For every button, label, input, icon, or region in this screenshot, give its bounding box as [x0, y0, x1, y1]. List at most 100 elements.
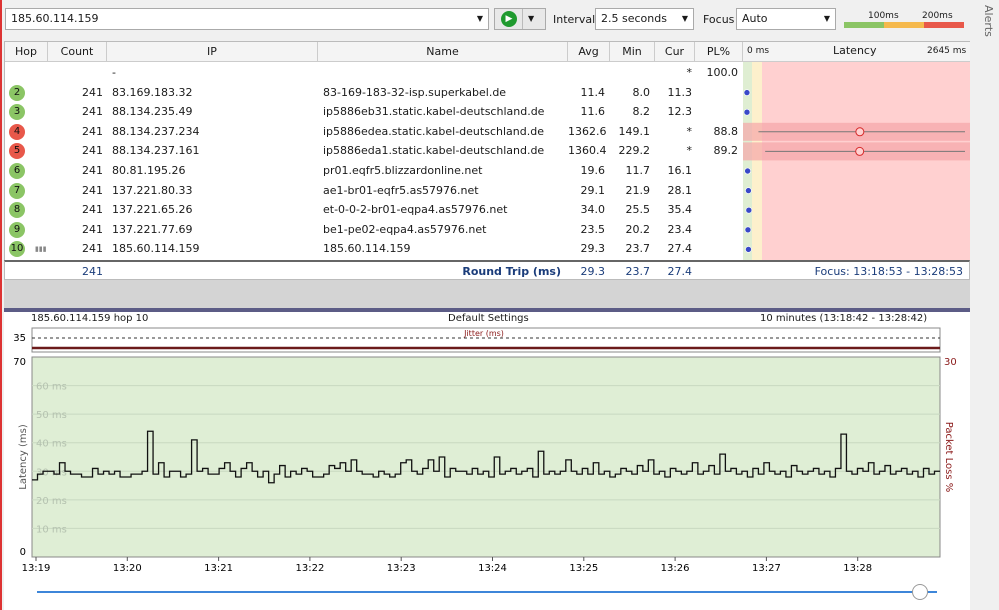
- hop-avg: 11.4: [580, 85, 606, 99]
- interval-label: Interval: [553, 13, 596, 26]
- hop-row[interactable]: 6 241 80.81.195.26 pr01.eqfr5.blizzardonlin…: [5, 161, 745, 181]
- hop-number-badge: 8: [9, 202, 25, 219]
- grid-label: 30 ms: [36, 467, 67, 478]
- x-tick-label: 13:26: [661, 563, 690, 574]
- hop-avg: 19.6: [580, 164, 606, 177]
- hop-cur: 11.3: [667, 85, 693, 99]
- hop-count: 241: [82, 222, 103, 236]
- start-trace-button[interactable]: ▶ ▼: [494, 8, 546, 30]
- hop-min: 20.2: [625, 222, 651, 236]
- hop-min: 8.2: [632, 105, 651, 119]
- summary-count: 241: [82, 265, 103, 278]
- chevron-down-icon: ▼: [823, 14, 830, 23]
- target-combo[interactable]: 185.60.114.159 ▼: [5, 8, 489, 30]
- hop-number-badge: 6: [9, 163, 25, 179]
- hop-cur: *: [686, 124, 693, 138]
- col-name[interactable]: Name: [318, 42, 568, 62]
- time-slider-track[interactable]: [37, 591, 937, 593]
- hop-ip: 185.60.114.159: [112, 242, 200, 256]
- hop-table: Hop Count IP Name Avg Min Cur PL% 0 ms L…: [4, 41, 970, 261]
- jitter-max-label: 35: [13, 333, 26, 344]
- chevron-down-icon[interactable]: ▼: [477, 9, 483, 29]
- hop-row[interactable]: 9 241 137.221.77.69 be1-pe02-eqpa4.as57976.…: [5, 220, 745, 240]
- y2-max-label: 30: [944, 357, 957, 368]
- y2-axis-label: Packet Loss %: [943, 422, 954, 493]
- hop-pl: 88.8: [713, 124, 739, 138]
- hop-marker: [745, 187, 752, 194]
- hop-count: 241: [82, 144, 103, 158]
- summary-label: Round Trip (ms): [462, 265, 561, 278]
- col-count[interactable]: Count: [48, 42, 107, 62]
- hop-row[interactable]: - * 100.0: [5, 63, 745, 83]
- target-value: 185.60.114.159: [11, 12, 99, 25]
- hop-name: pr01.eqfr5.blizzardonline.net: [323, 164, 483, 177]
- hop-count: 241: [82, 203, 103, 217]
- interval-value: 2.5 seconds: [601, 12, 667, 25]
- hop-min: 11.7: [625, 164, 651, 177]
- y-min-label: 0: [20, 547, 26, 558]
- hop-row[interactable]: 3 241 88.134.235.49 ip5886eb31.static.kabel…: [5, 102, 745, 122]
- legend-200ms: 200ms: [922, 11, 953, 21]
- col-ip[interactable]: IP: [107, 42, 318, 62]
- grid-label: 60 ms: [36, 382, 67, 393]
- hop-name: ip5886eb31.static.kabel-deutschland.de: [323, 105, 545, 119]
- focus-value: Auto: [742, 12, 768, 25]
- hop-marker: [744, 167, 751, 175]
- hop-count: 241: [82, 105, 103, 119]
- col-avg[interactable]: Avg: [568, 42, 610, 62]
- hop-row[interactable]: 5 241 88.134.237.161 ip5886eda1.static.kabe…: [5, 141, 745, 161]
- hop-name: be1-pe02-eqpa4.as57976.net: [323, 222, 487, 236]
- hop-count: 241: [82, 183, 103, 197]
- timeline-graph-panel: 185.60.114.159 hop 10 Default Settings 1…: [4, 312, 970, 610]
- hop-min: 21.9: [625, 183, 651, 197]
- latency-color-legend: [844, 22, 964, 28]
- latency-timeline-chart: 35 Jitter (ms) 10 ms 20 ms 30 ms 40 ms 50 ms…: [13, 327, 957, 574]
- summary-min: 23.7: [625, 265, 651, 278]
- col-pl[interactable]: PL%: [695, 42, 743, 62]
- grid-label: 40 ms: [36, 439, 67, 450]
- latency-graph-column: 0 ms Latency 2645 ms: [743, 42, 970, 261]
- hop-avg: 1360.4: [568, 144, 607, 158]
- time-slider-handle[interactable]: [912, 584, 928, 600]
- hop-count: 241: [82, 124, 103, 138]
- col-hop[interactable]: Hop: [5, 42, 48, 62]
- hop-name: ae1-br01-eqfr5.as57976.net: [323, 183, 479, 197]
- alerts-tab[interactable]: Alerts: [975, 5, 995, 37]
- hop-min: 25.5: [625, 203, 651, 217]
- hop-cur: 12.3: [667, 105, 693, 119]
- hop-row[interactable]: 8 241 137.221.65.26 et-0-0-2-br01-eqpa4.as5…: [5, 200, 745, 220]
- hop-marker: [855, 146, 865, 156]
- hop-row[interactable]: 4 241 88.134.237.234 ip5886edea.static.kabe…: [5, 122, 745, 142]
- hop-cur: *: [686, 66, 693, 79]
- summary-focus: Focus: 13:18:53 - 13:28:53: [814, 265, 963, 278]
- bar-chart-icon[interactable]: ▮▮▮: [35, 239, 47, 259]
- hop-row[interactable]: 10 ▮▮▮ 241 185.60.114.159 185.60.114.159 29.3…: [5, 239, 745, 259]
- hop-ip: 88.134.235.49: [112, 105, 193, 119]
- hop-number-badge: 7: [9, 182, 25, 199]
- hop-cur: 35.4: [667, 203, 693, 217]
- hop-row[interactable]: 2 241 83.169.183.32 83-169-183-32-isp.super…: [5, 83, 745, 103]
- hop-ip: 137.221.65.26: [112, 203, 193, 217]
- hop-number-badge: 10: [9, 241, 25, 258]
- hop-pl: 89.2: [713, 144, 739, 158]
- col-min[interactable]: Min: [610, 42, 655, 62]
- hop-marker: [855, 127, 865, 137]
- hop-cur: *: [686, 144, 693, 158]
- hop-ip: 88.134.237.161: [112, 144, 200, 158]
- col-cur[interactable]: Cur: [655, 42, 695, 62]
- interval-select[interactable]: 2.5 seconds ▼: [595, 8, 694, 30]
- x-tick-label: 13:23: [387, 563, 416, 574]
- chevron-down-icon[interactable]: ▼: [528, 9, 534, 29]
- hop-cur: 28.1: [667, 183, 693, 197]
- hop-name: ip5886eda1.static.kabel-deutschland.de: [323, 144, 545, 158]
- hop-cur: 23.4: [667, 222, 693, 236]
- hop-row[interactable]: 7 241 137.221.80.33 ae1-br01-eqfr5.as57976.…: [5, 181, 745, 201]
- hop-pl: 100.0: [706, 66, 739, 79]
- hop-cur: 16.1: [667, 164, 693, 177]
- hop-ip: 88.134.237.234: [112, 124, 200, 138]
- hop-count: 241: [82, 164, 103, 177]
- hop-marker: [745, 246, 752, 253]
- hop-number-badge: 2: [9, 84, 25, 101]
- focus-select[interactable]: Auto ▼: [736, 8, 836, 30]
- chevron-down-icon: ▼: [681, 14, 688, 23]
